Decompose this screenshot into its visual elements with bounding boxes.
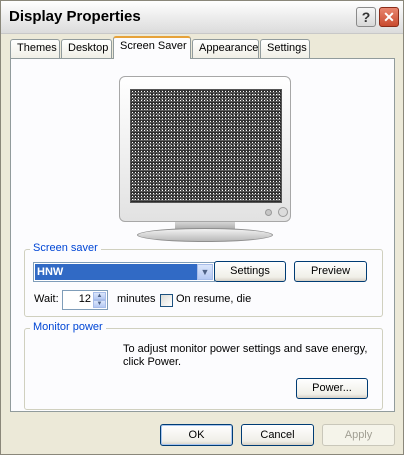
cancel-button[interactable]: Cancel xyxy=(241,424,314,446)
monitor-power-description: To adjust monitor power settings and sav… xyxy=(123,343,368,368)
tab-themes[interactable]: Themes xyxy=(10,39,60,58)
minutes-label: minutes xyxy=(117,293,156,305)
monitor-preview xyxy=(115,76,295,246)
display-properties-window: Display Properties ? ✕ Themes Desktop Sc… xyxy=(0,0,404,455)
screen-saver-preview xyxy=(130,89,282,203)
window-title: Display Properties xyxy=(9,8,141,25)
tab-appearance[interactable]: Appearance xyxy=(192,39,259,58)
chevron-down-icon[interactable]: ▼ xyxy=(197,264,213,280)
monitor-stand xyxy=(137,228,273,242)
wait-label: Wait: xyxy=(34,293,59,305)
monitor-led xyxy=(265,209,272,216)
on-resume-checkbox[interactable] xyxy=(160,294,173,307)
title-bar[interactable]: Display Properties ? ✕ xyxy=(1,1,403,34)
screen-saver-selected-value: HNW xyxy=(35,264,197,280)
help-button[interactable]: ? xyxy=(356,7,376,27)
wait-minutes-value: 12 xyxy=(78,293,91,305)
ok-button[interactable]: OK xyxy=(160,424,233,446)
tab-screen-saver[interactable]: Screen Saver xyxy=(113,36,191,59)
preview-button[interactable]: Preview xyxy=(294,261,367,282)
wait-minutes-spinner[interactable]: 12 ▲ ▼ xyxy=(62,290,108,310)
apply-button[interactable]: Apply xyxy=(322,424,395,446)
power-button[interactable]: Power... xyxy=(296,378,368,399)
spin-down-icon[interactable]: ▼ xyxy=(93,300,106,308)
tab-desktop[interactable]: Desktop xyxy=(61,39,112,58)
spin-up-icon[interactable]: ▲ xyxy=(93,292,106,300)
monitor-power-group-label: Monitor power xyxy=(30,321,106,333)
monitor-bezel xyxy=(119,76,291,222)
tab-settings[interactable]: Settings xyxy=(260,39,310,58)
on-resume-label[interactable]: On resume, die xyxy=(176,293,251,305)
screen-saver-select[interactable]: HNW ▼ xyxy=(33,262,215,282)
settings-button[interactable]: Settings xyxy=(214,261,286,282)
screen-saver-group-label: Screen saver xyxy=(30,242,101,254)
monitor-power-knob xyxy=(278,207,288,217)
close-button[interactable]: ✕ xyxy=(379,7,399,27)
